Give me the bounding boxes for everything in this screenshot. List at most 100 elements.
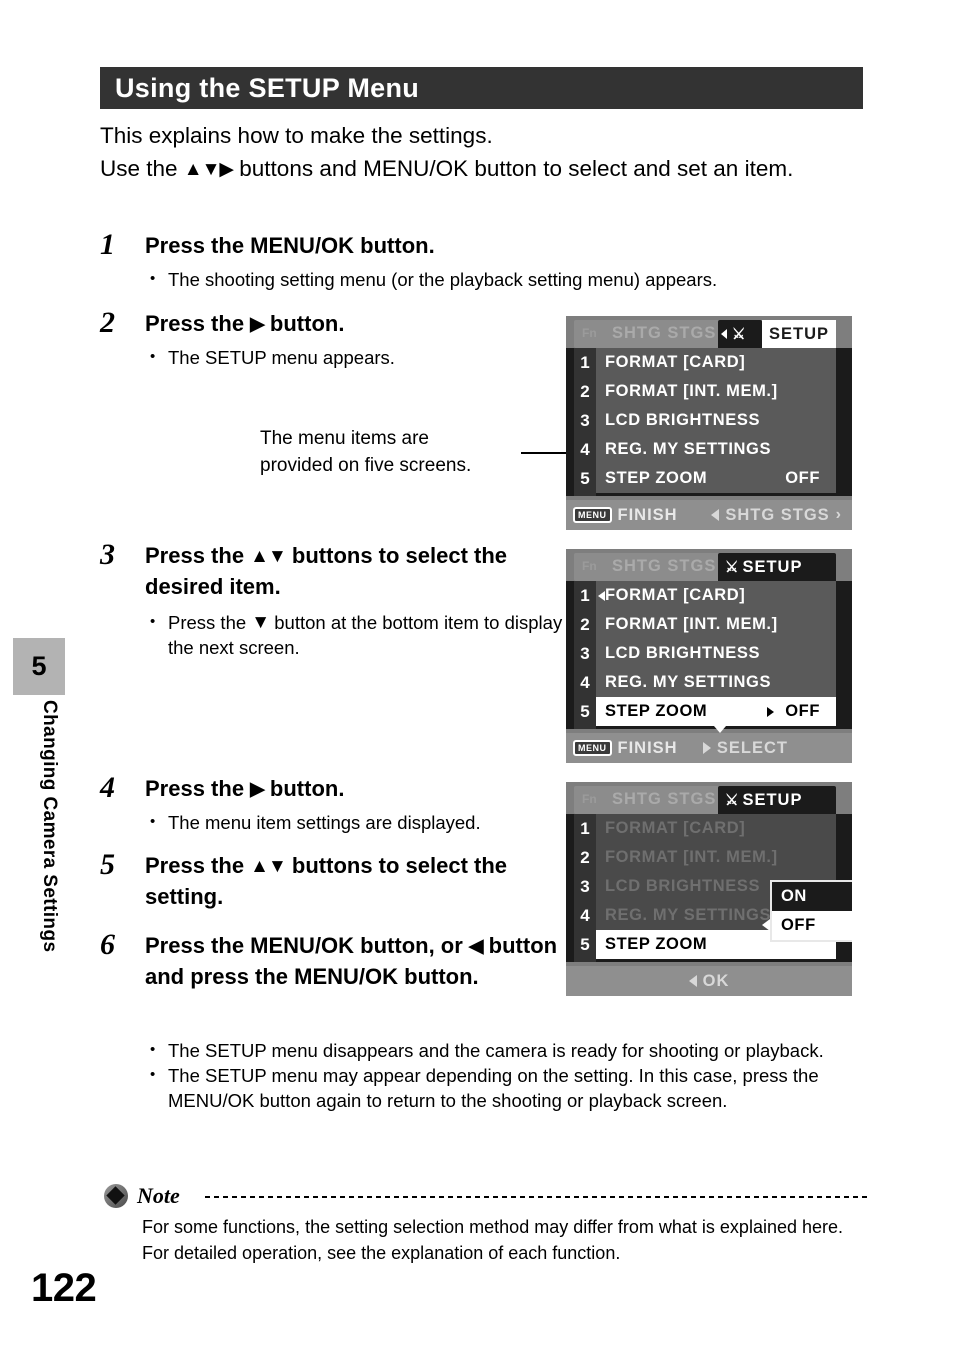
step-4-bullet-1: The menu item settings are displayed. — [145, 809, 575, 835]
row-panel: FORMAT [CARD] — [596, 348, 836, 377]
list-item[interactable]: 2 FORMAT [INT. MEM.] — [574, 843, 836, 872]
list-item[interactable]: 5 STEP ZOOM OFF — [574, 464, 836, 493]
chapter-title: Changing Camera Settings — [39, 700, 60, 953]
list-item[interactable]: 4 REG. MY SETTINGS — [574, 435, 836, 464]
note-label: Note — [137, 1183, 180, 1208]
list-item[interactable]: 3 LCD BRIGHTNESS — [574, 406, 836, 435]
right-arrow-icon: ▶ — [250, 779, 265, 800]
right-caret-icon — [702, 742, 711, 754]
row-label: FORMAT [INT. MEM.] — [605, 382, 778, 400]
tab-setup-label: SETUP — [768, 324, 829, 343]
list-item-selected[interactable]: 5 STEP ZOOM OFF — [574, 697, 836, 733]
step-1-title: Press the MENU/OK button. — [145, 233, 435, 258]
list-item[interactable]: 3 LCD BRIGHTNESS — [574, 639, 836, 668]
right-caret-icon — [767, 707, 774, 717]
left-caret-icon — [598, 591, 605, 601]
row-label: FORMAT [CARD] — [605, 586, 746, 604]
intro-line-2: Use the ▲▼▶ buttons and MENU/OK button t… — [100, 152, 870, 186]
step-3-number: 3 — [100, 538, 115, 571]
left-caret-icon — [688, 975, 697, 987]
step-6-bullet-1: The SETUP menu disappears and the camera… — [145, 1037, 870, 1063]
chevron-down-icon — [714, 726, 726, 733]
step-4-number: 4 — [100, 771, 115, 804]
row-index: 3 — [580, 410, 590, 430]
row-index: 4 — [580, 905, 590, 925]
tab-setup[interactable]: ⚔ SETUP — [718, 553, 836, 581]
camera-screen-setup-step-zoom-options: Fn SHTG STGS ⚔ SETUP 1 FORMAT [CARD] 2 F… — [566, 782, 852, 996]
row-label: REG. MY SETTINGS — [605, 440, 772, 458]
page-title: Using the SETUP Menu — [115, 73, 420, 103]
lcd-menu-body: 1 FORMAT [CARD] 2 FORMAT [INT. MEM.] 3 L… — [566, 814, 852, 962]
row-panel: FORMAT [INT. MEM.] — [596, 610, 836, 639]
status-shtg-stgs-label: SHTG STGS — [725, 505, 830, 524]
step-3-bullet-a: Press the — [168, 612, 252, 633]
camera-screen-setup-overview: Fn SHTG STGS ⚔ SETUP 1 FORMAT [CARD] 2 F… — [566, 316, 852, 530]
step-3-bullet-1: Press the ▼ button at the bottom item to… — [145, 609, 565, 660]
step-1-body: The shooting setting menu (or the playba… — [145, 266, 860, 292]
row-panel: REG. MY SETTINGS — [596, 668, 836, 697]
row-index: 3 — [580, 643, 590, 663]
step-6-bullet-2: The SETUP menu may appear depending on t… — [145, 1062, 870, 1113]
callout-text: The menu items are provided on five scre… — [260, 425, 540, 479]
row-panel: FORMAT [INT. MEM.] — [596, 377, 836, 406]
chapter-number: 5 — [31, 651, 47, 681]
callout-line-1: The menu items are — [260, 428, 429, 449]
lcd-status-bar: OK — [566, 966, 852, 996]
tab-shtg-stgs[interactable]: SHTG STGS — [612, 324, 716, 343]
list-item[interactable]: 1 FORMAT [CARD] — [574, 814, 836, 843]
row-label: REG. MY SETTINGS — [605, 906, 772, 924]
lcd-rows: 1 FORMAT [CARD] 2 FORMAT [INT. MEM.] 3 L… — [574, 581, 836, 733]
row-label: FORMAT [INT. MEM.] — [605, 848, 778, 866]
step-zoom-option-list: ON OFF — [762, 880, 852, 942]
row-label: LCD BRIGHTNESS — [605, 644, 761, 662]
option-off[interactable]: OFF — [772, 911, 852, 940]
row-label: LCD BRIGHTNESS — [605, 877, 761, 895]
wrench-screwdriver-icon: ⚔ — [725, 559, 738, 576]
page-number: 122 — [31, 1266, 97, 1310]
step-3-body: Press the ▼ button at the bottom item to… — [145, 609, 565, 660]
step-5-title-a: Press the — [145, 853, 251, 878]
row-label: LCD BRIGHTNESS — [605, 411, 761, 429]
list-item[interactable]: 2 FORMAT [INT. MEM.] — [574, 610, 836, 639]
row-index: 4 — [580, 672, 590, 692]
tab-shtg-stgs[interactable]: SHTG STGS — [612, 557, 716, 576]
row-index: 1 — [580, 585, 590, 605]
row-index: 2 — [580, 847, 590, 867]
step-1-number: 1 — [100, 228, 115, 261]
list-item[interactable]: 1 FORMAT [CARD] — [574, 348, 836, 377]
step-2-title-b: button. — [263, 311, 345, 336]
tab-setup[interactable]: ⚔ SETUP — [718, 786, 836, 814]
option-on[interactable]: ON — [772, 882, 852, 911]
tab-shtg-stgs[interactable]: SHTG STGS — [612, 790, 716, 809]
step-5-title: Press the ▲▼ buttons to select the setti… — [145, 851, 565, 912]
step-2-bullet-1: The SETUP menu appears. — [145, 344, 545, 370]
row-index: 2 — [580, 381, 590, 401]
row-panel: LCD BRIGHTNESS — [596, 406, 836, 435]
camera-screen-setup-select-item: Fn SHTG STGS ⚔ SETUP 1 FORMAT [CARD] 2 F… — [566, 549, 852, 763]
direction-pad-triangles-icon: ▲▼▶ — [183, 159, 234, 180]
row-panel: FORMAT [INT. MEM.] — [596, 843, 836, 872]
row-label: FORMAT [CARD] — [605, 353, 746, 371]
step-5-number: 5 — [100, 848, 115, 881]
step-4-title-b: button. — [263, 776, 345, 801]
row-panel: FORMAT [CARD] — [596, 581, 836, 610]
note-divider — [205, 1196, 870, 1198]
row-panel: FORMAT [CARD] — [596, 814, 836, 843]
menu-button-key-icon: MENU — [573, 507, 612, 523]
lcd-rows: 1 FORMAT [CARD] 2 FORMAT [INT. MEM.] 3 L… — [574, 348, 836, 496]
row-index: 5 — [580, 934, 590, 954]
up-down-arrows-icon: ▲▼ — [250, 546, 287, 567]
list-item[interactable]: 2 FORMAT [INT. MEM.] — [574, 377, 836, 406]
intro-line-1: This explains how to make the settings. — [100, 123, 493, 148]
right-arrow-icon: ▶ — [250, 314, 265, 335]
intro-text-b: buttons and MENU/OK button to select and… — [233, 156, 794, 181]
section-header-bar: Using the SETUP Menu — [100, 67, 863, 109]
tab-icon-block[interactable]: ⚔ — [718, 320, 762, 348]
down-arrow-icon: ▼ — [251, 612, 270, 633]
tab-setup[interactable]: SETUP — [762, 320, 836, 348]
list-item[interactable]: 4 REG. MY SETTINGS — [574, 668, 836, 697]
status-select-label: SELECT — [716, 738, 788, 757]
wrench-screwdriver-icon: ⚔ — [732, 326, 745, 343]
list-item[interactable]: 1 FORMAT [CARD] — [574, 581, 836, 610]
step-4-title-a: Press the — [145, 776, 251, 801]
